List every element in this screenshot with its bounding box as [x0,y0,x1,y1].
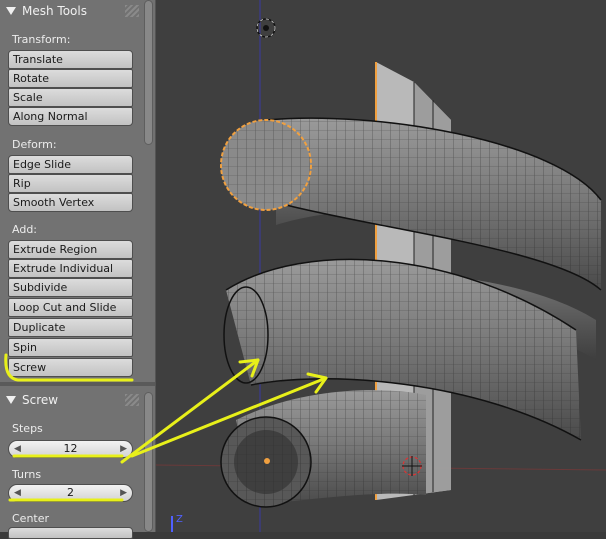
origin-dot-icon [264,458,270,464]
rip-button[interactable]: Rip [8,174,133,193]
turns-field[interactable]: ◀ 2 ▶ [8,484,133,502]
selected-profile-circle[interactable] [220,119,312,211]
loop-cut-and-slide-button[interactable]: Loop Cut and Slide [8,298,133,317]
steps-field[interactable]: ◀ 12 ▶ [8,440,133,458]
translate-button[interactable]: Translate [8,50,133,69]
tool-shelf-scrollbar[interactable] [144,0,153,145]
mesh-tools-header[interactable]: Mesh Tools [0,0,143,22]
increment-arrow-icon[interactable]: ▶ [120,485,127,501]
transform-label: Transform: [12,33,71,46]
screw-operator-header[interactable]: Screw [0,389,143,411]
3d-viewport[interactable]: Z [156,0,606,532]
along-normal-button[interactable]: Along Normal [8,107,133,126]
extrude-individual-button[interactable]: Extrude Individual [8,259,133,278]
turns-value: 2 [67,486,74,499]
screw-button[interactable]: Screw [8,358,133,377]
scale-button[interactable]: Scale [8,88,133,107]
deform-label: Deform: [12,138,57,151]
spin-button[interactable]: Spin [8,338,133,357]
axis-gizmo-icon: Z [171,514,183,532]
decrement-arrow-icon[interactable]: ◀ [14,485,21,501]
operator-scrollbar[interactable] [144,392,153,532]
steps-label: Steps [12,422,43,435]
helix-coil-bottom [220,390,426,508]
panel-grip-icon[interactable] [125,394,139,406]
edge-slide-button[interactable]: Edge Slide [8,155,133,174]
viewport-canvas[interactable]: Z [156,0,606,532]
turns-label: Turns [12,468,42,481]
mesh-tools-title: Mesh Tools [22,4,87,18]
panel-divider[interactable] [0,382,155,386]
add-label: Add: [12,223,38,236]
panel-grip-icon[interactable] [125,5,139,17]
extrude-region-button[interactable]: Extrude Region [8,240,133,259]
center-field[interactable] [8,527,133,539]
duplicate-button[interactable]: Duplicate [8,318,133,337]
increment-arrow-icon[interactable]: ▶ [120,441,127,457]
subdivide-button[interactable]: Subdivide [8,278,133,297]
collapse-triangle-icon[interactable] [6,396,16,404]
collapse-triangle-icon[interactable] [6,7,16,15]
center-label: Center [12,512,50,525]
rotate-button[interactable]: Rotate [8,69,133,88]
tool-shelf: Mesh Tools Transform: Translate Rotate S… [0,0,156,539]
smooth-vertex-button[interactable]: Smooth Vertex [8,193,133,212]
steps-value: 12 [63,442,78,455]
decrement-arrow-icon[interactable]: ◀ [14,441,21,457]
screw-operator-title: Screw [22,393,59,407]
axis-z-label: Z [176,514,183,525]
